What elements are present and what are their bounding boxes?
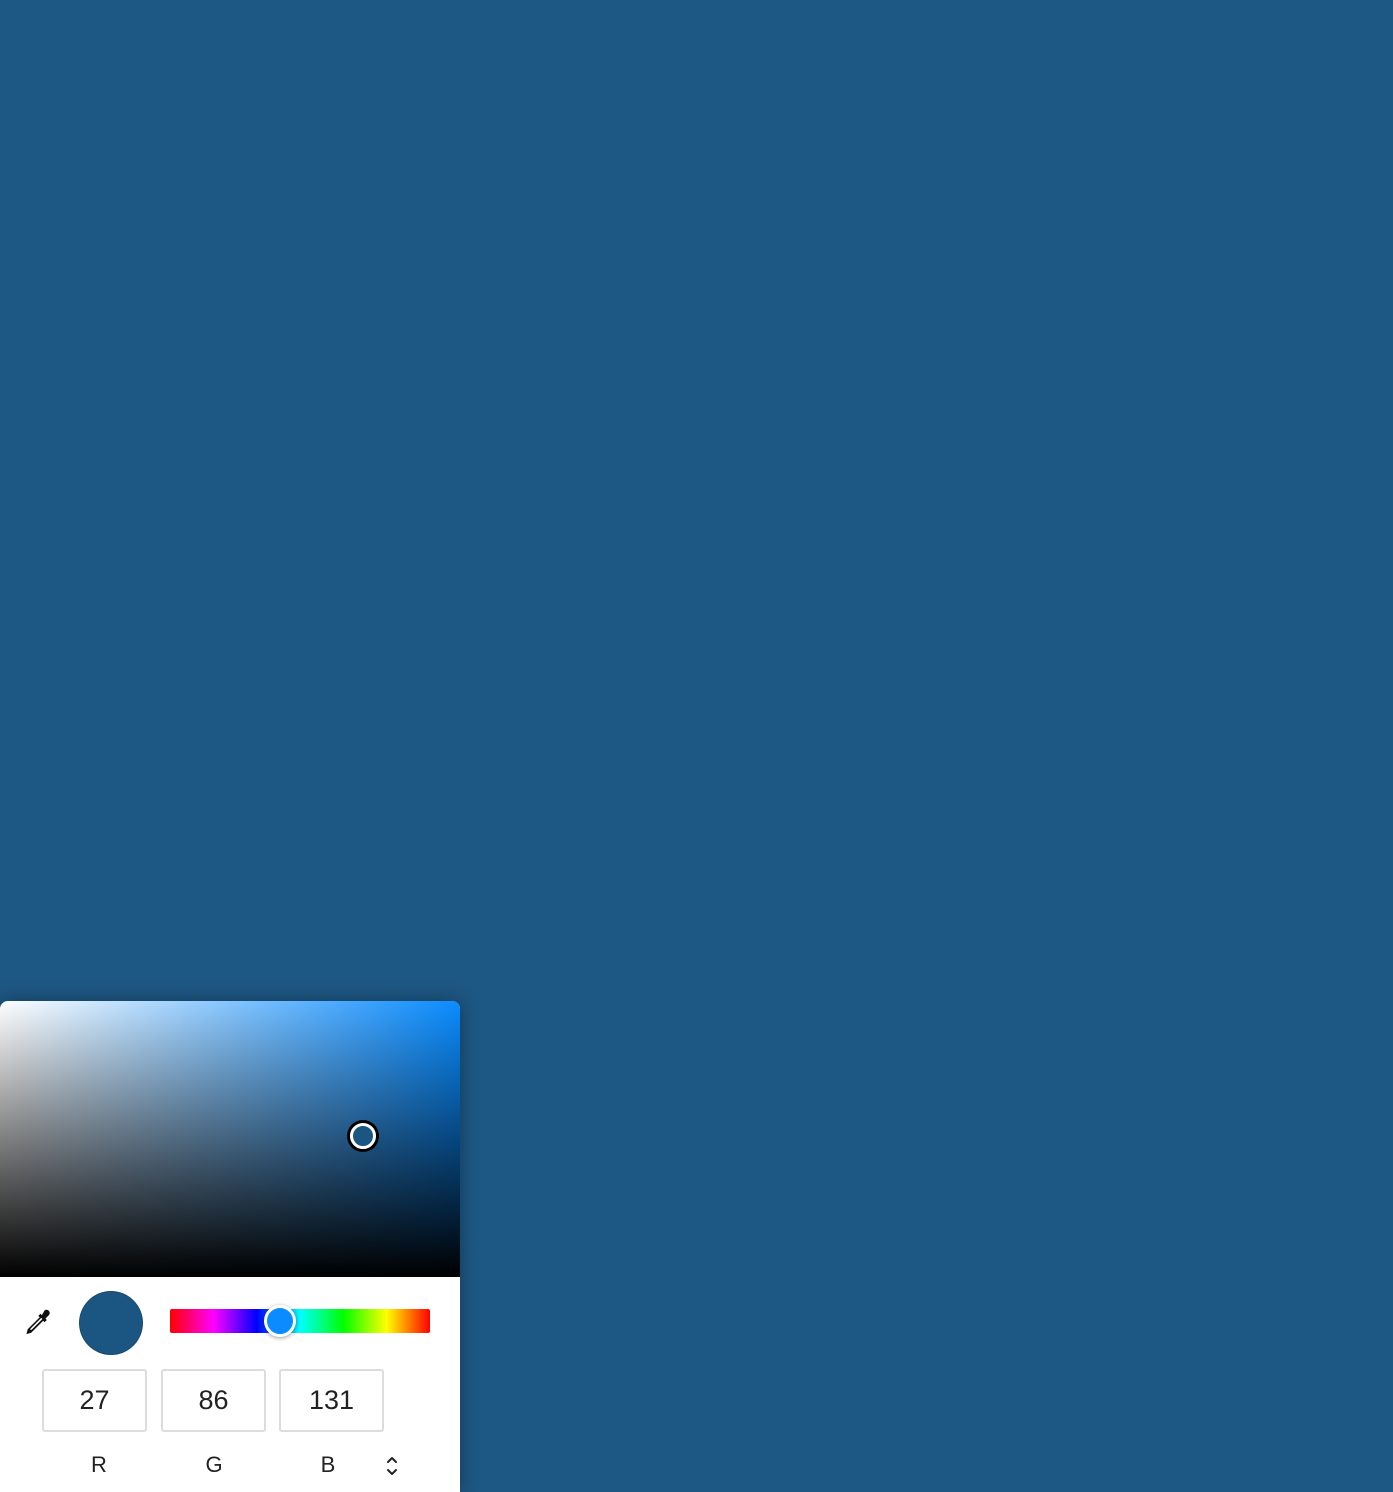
saturation-brightness-area[interactable] xyxy=(0,1001,460,1277)
selected-color-swatch xyxy=(79,1291,143,1355)
green-channel-label: G xyxy=(205,1452,223,1477)
chevron-up-down-icon[interactable] xyxy=(380,1452,404,1480)
blue-channel-label: B xyxy=(320,1452,336,1477)
red-channel-label: R xyxy=(91,1452,107,1477)
eyedropper-icon[interactable] xyxy=(18,1305,54,1341)
red-channel-input[interactable] xyxy=(42,1369,147,1432)
saturation-black-gradient xyxy=(0,1001,460,1277)
blue-channel-input[interactable] xyxy=(279,1369,384,1432)
hue-slider[interactable] xyxy=(170,1305,430,1337)
green-channel-input[interactable] xyxy=(161,1369,266,1432)
hue-slider-thumb[interactable] xyxy=(263,1305,296,1337)
